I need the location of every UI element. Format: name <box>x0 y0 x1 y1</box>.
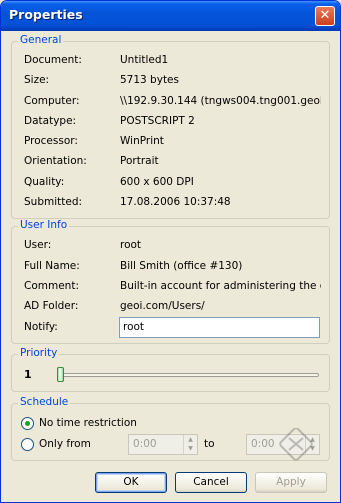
datatype-label: Datatype: <box>24 115 77 127</box>
ok-button[interactable]: OK <box>95 472 167 493</box>
cancel-button[interactable]: Cancel <box>175 472 247 493</box>
close-icon[interactable]: ✕ <box>315 6 335 26</box>
no-time-restriction-label[interactable]: No time restriction <box>39 417 137 429</box>
radio-selected-dot <box>25 421 30 426</box>
general-row-computer: Computer: \\192.9.30.144 (tngws004.tng00… <box>24 95 321 109</box>
notify-label: Notify: <box>24 321 58 333</box>
from-time-value: 0:00 <box>133 438 157 450</box>
computer-label: Computer: <box>24 95 80 107</box>
submitted-value: 17.08.2006 10:37:48 <box>120 196 231 208</box>
priority-group: Priority 1 <box>11 347 330 392</box>
general-row-orientation: Orientation: Portrait <box>24 155 321 169</box>
quality-value: 600 x 600 DPI <box>120 176 194 188</box>
orientation-label: Orientation: <box>24 155 87 167</box>
only-from-radio[interactable] <box>21 438 34 451</box>
general-legend: General <box>18 34 64 46</box>
no-time-restriction-radio[interactable] <box>21 417 34 430</box>
datatype-value: POSTSCRIPT 2 <box>120 115 195 127</box>
comment-row: Comment: Built-in account for administer… <box>24 280 321 294</box>
general-group: General Document: Untitled1 Size: 5713 b… <box>11 34 330 219</box>
full-name-value: Bill Smith (office #130) <box>120 260 243 272</box>
processor-label: Processor: <box>24 135 78 147</box>
document-value: Untitled1 <box>120 54 169 66</box>
to-label: to <box>204 438 215 450</box>
general-row-submitted: Submitted: 17.08.2006 10:37:48 <box>24 196 321 210</box>
priority-slider-thumb[interactable] <box>57 367 64 382</box>
comment-label: Comment: <box>24 280 79 292</box>
instaluj-watermark-logo <box>279 428 313 461</box>
schedule-legend: Schedule <box>18 396 71 408</box>
ad-folder-value: geoi.com/Users/ <box>120 300 205 312</box>
priority-legend: Priority <box>18 347 60 359</box>
from-time-spinner[interactable]: 0:00 ▲ ▼ <box>128 434 198 455</box>
user-row: User: root <box>24 239 321 253</box>
user-info-legend: User Info <box>18 219 70 231</box>
from-spin-arrows-icon[interactable]: ▲ ▼ <box>183 435 197 454</box>
orientation-value: Portrait <box>120 155 159 167</box>
comment-value: Built-in account for administering the c… <box>120 280 321 292</box>
user-label: User: <box>24 239 52 251</box>
general-row-size: Size: 5713 bytes <box>24 74 321 88</box>
notify-input[interactable]: root <box>119 317 320 338</box>
ad-folder-row: AD Folder: geoi.com/Users/ <box>24 300 321 314</box>
properties-window: Properties ✕ General Document: Untitled1… <box>0 0 341 503</box>
submitted-label: Submitted: <box>24 196 83 208</box>
full-name-label: Full Name: <box>24 260 80 272</box>
size-label: Size: <box>24 74 50 86</box>
only-from-label[interactable]: Only from <box>39 438 91 450</box>
priority-slider-track[interactable] <box>57 373 319 377</box>
general-row-document: Document: Untitled1 <box>24 54 321 68</box>
user-info-group: User Info User: root Full Name: Bill Smi… <box>11 219 330 344</box>
quality-label: Quality: <box>24 176 65 188</box>
user-value: root <box>120 239 142 251</box>
general-row-processor: Processor: WinPrint <box>24 135 321 149</box>
window-title: Properties <box>9 7 83 22</box>
processor-value: WinPrint <box>120 135 164 147</box>
priority-value: 1 <box>24 368 32 381</box>
full-name-row: Full Name: Bill Smith (office #130) <box>24 260 321 274</box>
document-label: Document: <box>24 54 82 66</box>
ad-folder-label: AD Folder: <box>24 300 79 312</box>
general-row-datatype: Datatype: POSTSCRIPT 2 <box>24 115 321 129</box>
size-value: 5713 bytes <box>120 74 179 86</box>
title-bar[interactable]: Properties ✕ <box>1 1 340 31</box>
general-row-quality: Quality: 600 x 600 DPI <box>24 176 321 190</box>
computer-value: \\192.9.30.144 (tngws004.tng001.geoi.c <box>120 95 321 107</box>
